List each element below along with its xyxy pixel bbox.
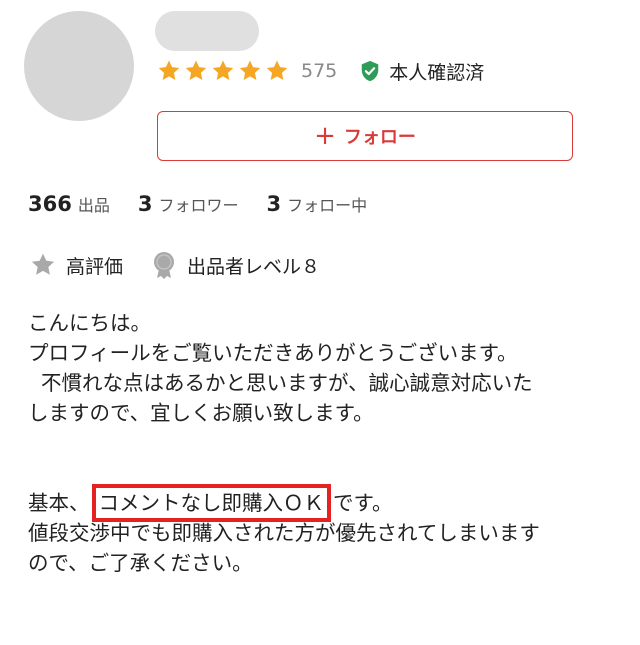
star-icon	[212, 60, 234, 80]
rating-row[interactable]: 575 本人確認済	[157, 57, 484, 85]
verified-badge: 本人確認済	[359, 58, 484, 85]
stat-label: フォロー中	[287, 196, 368, 215]
bio-line: 不慣れな点はあるかと思いますが、誠心誠意対応いた	[28, 371, 533, 395]
star-icon	[266, 60, 288, 80]
rating-count: 575	[301, 60, 338, 82]
badge-label: 出品者レベル８	[187, 255, 321, 278]
bio-spacer	[28, 428, 618, 488]
plus-icon: +	[314, 121, 336, 151]
bio-line: 値段交渉中でも即購入された方が優先されてしまいます	[28, 521, 540, 545]
star-icon	[31, 253, 55, 275]
bio-line: ので、ご了承ください。	[28, 551, 253, 575]
bio-text: です。	[333, 491, 393, 515]
follow-button[interactable]: + フォロー	[157, 111, 573, 161]
star-icon	[185, 60, 207, 80]
bio-line: こんにちは。	[28, 311, 151, 335]
badge-seller-level: 出品者レベル８	[151, 251, 320, 279]
stat-value: 366	[28, 192, 72, 216]
stat-followers[interactable]: 3 フォロワー	[138, 192, 239, 216]
medal-icon	[154, 252, 175, 279]
profile-bio: こんにちは。 プロフィールをご覧いただきありがとうございます。 不慣れな点はある…	[28, 308, 618, 578]
username-placeholder	[155, 11, 259, 51]
verified-label: 本人確認済	[389, 61, 485, 84]
star-icon	[239, 60, 261, 80]
stat-value: 3	[266, 192, 282, 216]
stat-label: フォロワー	[158, 196, 239, 215]
stat-listings[interactable]: 366 出品	[28, 192, 110, 216]
avatar[interactable]	[24, 11, 134, 121]
shield-check-icon	[362, 60, 379, 82]
badge-high-rating: 高評価	[30, 252, 123, 279]
stat-following[interactable]: 3 フォロー中	[267, 192, 368, 216]
bio-line: プロフィールをご覧いただきありがとうございます。	[28, 341, 518, 365]
highlight-box: コメントなし即購入ＯＫ	[91, 484, 331, 522]
stat-label: 出品	[77, 196, 110, 215]
bio-line: 基本、 コメントなし即購入ＯＫ です。	[28, 484, 618, 522]
bio-text: 基本、	[28, 491, 90, 515]
follow-button-label: フォロー	[343, 127, 416, 148]
badge-label: 高評価	[66, 255, 124, 278]
stat-value: 3	[137, 192, 153, 216]
rating-stars	[157, 59, 289, 83]
bio-line: しますので、宜しくお願い致します。	[28, 401, 374, 425]
badges-row: 高評価 出品者レベル８	[30, 250, 348, 280]
stats-row: 366 出品 3 フォロワー 3 フォロー中	[28, 192, 395, 222]
star-icon	[158, 60, 180, 80]
